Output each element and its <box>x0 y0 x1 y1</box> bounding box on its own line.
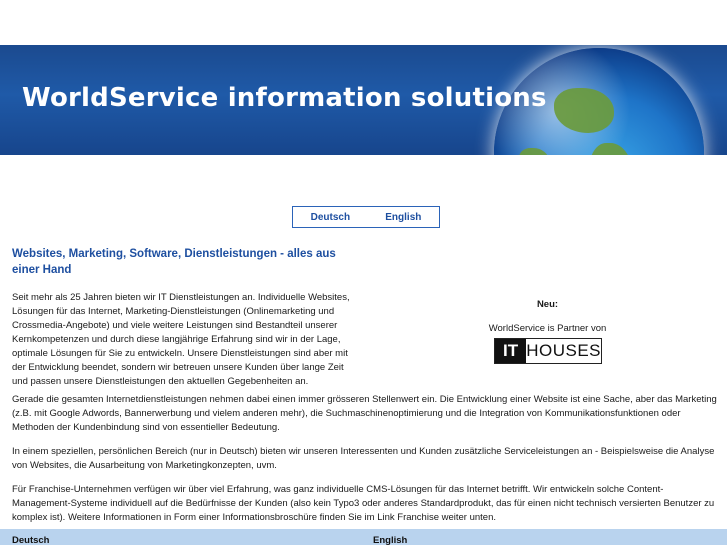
news-label: Neu: <box>536 299 559 310</box>
footer-link-english[interactable]: English <box>373 535 407 546</box>
globe-land <box>554 88 614 133</box>
globe-land <box>589 143 634 155</box>
marketing-paragraph: Gerade die gesamten Internetdienstleistu… <box>12 394 717 433</box>
page-heading: Websites, Marketing, Software, Dienstlei… <box>12 248 336 276</box>
footer-bar: Deutsch English <box>0 529 727 546</box>
service-paragraph: In einem speziellen, persönlichen Bereic… <box>12 446 715 471</box>
footer-link-deutsch[interactable]: Deutsch <box>12 535 49 546</box>
site-title: WorldService information solutions <box>22 83 547 113</box>
partner-text: WorldService is Partner von <box>488 323 607 334</box>
ithouses-logo[interactable]: IT HOUSES <box>494 338 602 364</box>
header-banner: WorldService information solutions <box>0 45 727 155</box>
globe-land <box>519 148 549 155</box>
franchise-paragraph: Für Franchise-Unternehmen verfügen wir ü… <box>12 484 715 523</box>
lang-link-english[interactable]: English <box>385 212 421 223</box>
logo-houses-part: HOUSES <box>526 339 601 363</box>
lang-link-deutsch[interactable]: Deutsch <box>311 212 350 223</box>
language-switch: Deutsch English <box>292 206 440 228</box>
logo-it-part: IT <box>495 339 527 363</box>
intro-paragraph: Seit mehr als 25 Jahren bieten wir IT Di… <box>12 292 350 387</box>
